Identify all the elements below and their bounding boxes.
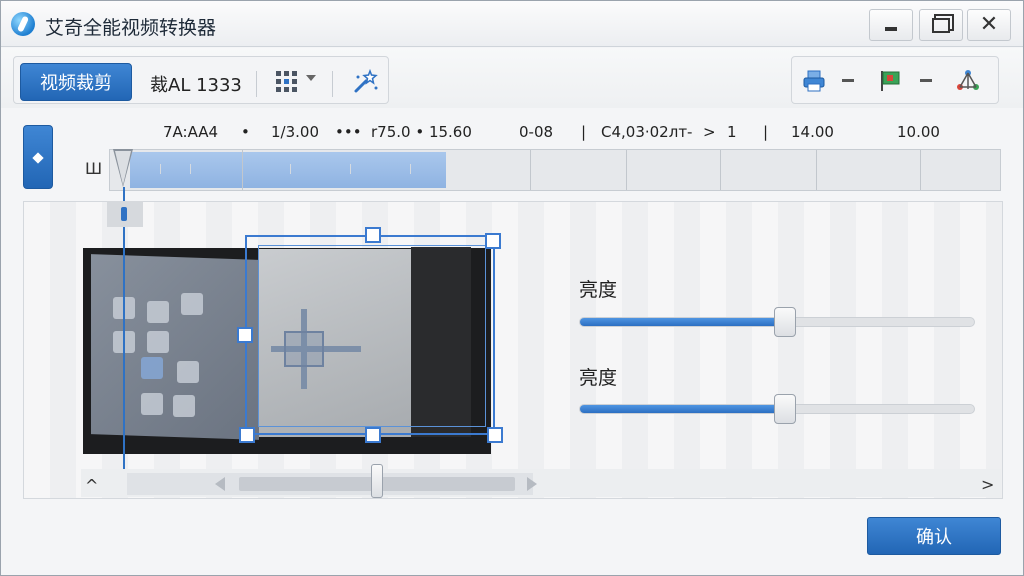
brightness-slider-fill	[580, 318, 785, 326]
timeline-minor-tick	[290, 164, 291, 174]
timeline-track[interactable]	[109, 149, 1001, 191]
grid-icon[interactable]	[276, 71, 298, 93]
timeline-tick	[816, 150, 817, 190]
crop-handle-bottom[interactable]	[365, 427, 381, 443]
video-tile	[173, 395, 195, 417]
toolbar: 视频裁剪 裁AL 1333	[1, 48, 1023, 108]
timeline-minor-tick	[410, 164, 411, 174]
minimize-icon	[885, 27, 897, 31]
ruler-label: |	[581, 123, 587, 141]
timeline-tick	[530, 150, 531, 190]
scroll-left-arrow-icon[interactable]	[215, 477, 225, 491]
toolbar-separator	[256, 71, 257, 97]
ruler-label: •••	[335, 123, 362, 141]
separator-dash	[920, 79, 932, 82]
video-tile	[141, 393, 163, 415]
crop-handle-top[interactable]	[365, 227, 381, 243]
separator-dash	[842, 79, 854, 82]
close-icon: ✕	[979, 12, 999, 37]
video-crop-button[interactable]: 视频裁剪	[20, 63, 132, 101]
tool-right-group	[791, 56, 999, 104]
crop-tool-group: 视频裁剪 裁AL 1333	[13, 56, 389, 104]
brightness-slider-2-thumb[interactable]	[773, 394, 796, 424]
toolbar-separator	[332, 71, 333, 97]
confirm-button[interactable]: 确认	[867, 517, 1001, 555]
video-tile	[177, 361, 199, 383]
playhead-knob[interactable]	[121, 207, 127, 221]
window-title: 艾奇全能视频转换器	[45, 17, 217, 39]
scroll-thumb[interactable]	[371, 464, 383, 498]
flag-icon[interactable]	[878, 69, 902, 93]
printer-icon[interactable]	[802, 69, 826, 93]
chevron-down-icon[interactable]	[306, 75, 316, 81]
timeline-minor-tick	[190, 164, 191, 174]
crop-handle-left[interactable]	[237, 327, 253, 343]
ruler-label: C4,03·02лт-	[601, 123, 693, 141]
crop-handle-bottom-right[interactable]	[487, 427, 503, 443]
timeline-tick	[720, 150, 721, 190]
app-window: 艾奇全能视频转换器 ✕ 视频裁剪 裁AL 1333 7A:AA4 • 1/3.0…	[0, 0, 1024, 576]
scroll-end-arrow-icon[interactable]: >	[981, 475, 994, 494]
ruler-label: 1/3.00	[271, 123, 319, 141]
ruler-label: •	[241, 123, 250, 141]
ruler-label: 10.00	[897, 123, 940, 141]
title-bar: 艾奇全能视频转换器 ✕	[1, 1, 1023, 47]
video-tile	[147, 301, 169, 323]
magic-wand-icon[interactable]	[352, 69, 380, 95]
video-tile	[147, 331, 169, 353]
network-icon[interactable]	[956, 69, 980, 93]
ruler-label: 7A:AA4	[163, 123, 219, 141]
crop-size-label: 裁AL 1333	[150, 75, 242, 96]
timeline-tick	[920, 150, 921, 190]
minimize-button[interactable]	[869, 9, 913, 41]
video-tile	[141, 357, 163, 379]
timeline-ruler: 7A:AA4 • 1/3.00 ••• r75.0 • 15.60 0-08 |…	[1, 123, 1001, 145]
crop-handle-top-right[interactable]	[485, 233, 501, 249]
playhead-marker-fill[interactable]	[115, 151, 131, 185]
crop-handle-bottom-left[interactable]	[239, 427, 255, 443]
close-button[interactable]: ✕	[967, 9, 1011, 41]
brightness-label-2: 亮度	[579, 367, 618, 389]
ruler-label: r75.0 • 15.60	[371, 123, 472, 141]
ruler-label: 14.00	[791, 123, 834, 141]
playhead-line	[123, 187, 125, 469]
brightness-label: 亮度	[579, 279, 618, 301]
track-label: Ш	[85, 159, 103, 178]
app-logo-icon	[11, 12, 35, 36]
video-tile	[181, 293, 203, 315]
selected-clip-range[interactable]	[130, 152, 446, 188]
brightness-slider-thumb[interactable]	[773, 307, 796, 337]
maximize-button[interactable]	[919, 9, 963, 41]
maximize-icon	[932, 17, 950, 33]
crop-inner-frame	[258, 245, 486, 427]
ruler-label: 1	[727, 123, 737, 141]
brightness-slider[interactable]	[579, 307, 975, 337]
timeline-minor-tick	[160, 164, 161, 174]
scroll-right-arrow-icon[interactable]	[527, 477, 537, 491]
timeline-tick	[626, 150, 627, 190]
brightness-slider-2-fill	[580, 405, 785, 413]
ruler-label: >	[703, 123, 716, 141]
brightness-slider-2[interactable]	[579, 394, 975, 424]
ruler-label: |	[763, 123, 769, 141]
ruler-label: 0-08	[519, 123, 554, 141]
scroll-up-arrow-icon[interactable]: ^	[85, 476, 98, 495]
timeline-minor-tick	[350, 164, 351, 174]
timeline-tick	[242, 150, 243, 190]
